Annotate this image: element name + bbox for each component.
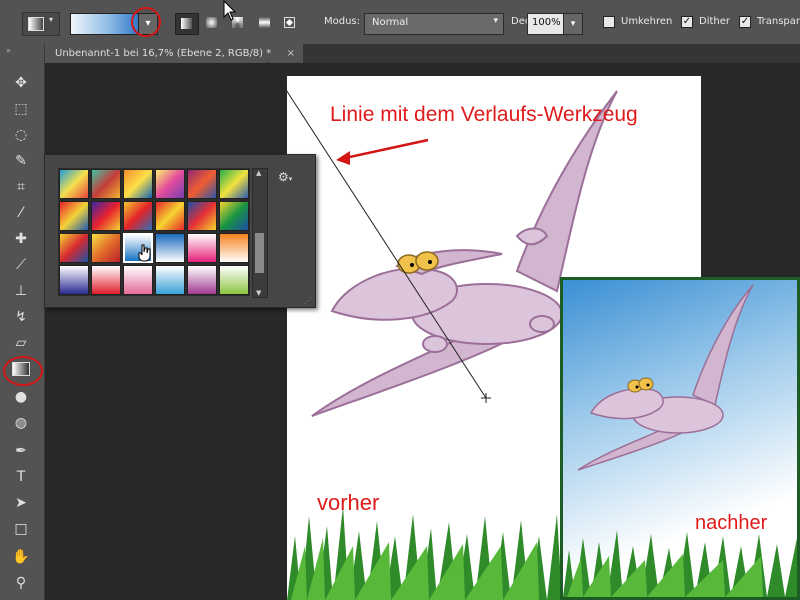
- path-select-icon[interactable]: ➤: [8, 492, 34, 514]
- move-icon[interactable]: ✥: [8, 72, 34, 94]
- eyedropper-icon[interactable]: ⁄: [8, 202, 34, 224]
- reflected-gradient-button[interactable]: [255, 13, 275, 33]
- history-brush-icon[interactable]: ↯: [8, 306, 34, 328]
- radial-gradient-button[interactable]: [202, 13, 222, 33]
- gradient-swatch[interactable]: [187, 201, 217, 231]
- grass-illustration: [287, 506, 562, 600]
- gradient-swatch[interactable]: [91, 169, 121, 199]
- before-label: vorher: [317, 490, 380, 515]
- gradient-swatch[interactable]: [59, 233, 89, 263]
- dither-checkbox[interactable]: ✓: [681, 16, 693, 28]
- gradient-swatch[interactable]: [155, 265, 185, 295]
- brush-icon[interactable]: ⟋: [8, 254, 34, 276]
- mode-select[interactable]: Normal ▾: [364, 13, 504, 35]
- line-annotation: Linie mit dem Verlaufs-Werkzeug: [330, 103, 638, 126]
- gradient-swatch[interactable]: [91, 201, 121, 231]
- reverse-label: Umkehren: [621, 16, 673, 27]
- transparency-label: Transparenz: [757, 16, 800, 27]
- diamond-gradient-button[interactable]: [280, 13, 300, 33]
- gradient-picker-panel: ▲ ▼ ⚙▾ ⋰: [44, 154, 316, 308]
- gradient-swatch[interactable]: [219, 265, 249, 295]
- gradient-swatches-grid: [58, 168, 250, 296]
- document-title: Unbenannt-1 bei 16,7% (Ebene 2, RGB/8) *: [55, 48, 272, 59]
- options-bar: ▾ ▾ Modus: Normal ▾ Deckkr.: 100% ▾ Umke…: [0, 0, 800, 49]
- hand-icon[interactable]: ✋: [8, 546, 34, 568]
- gradient-swatch[interactable]: [187, 169, 217, 199]
- linear-gradient-icon: [181, 18, 192, 29]
- tools-panel: » ✥ ⬚ ◌ ✎ ⌗ ⁄ ✚ ⟋ ⊥ ↯ ▱ ● ◍ ✒ T ➤ □ ✋ ⚲: [0, 44, 45, 600]
- rectangle-icon[interactable]: □: [8, 518, 34, 540]
- gradient-swatch[interactable]: [123, 201, 153, 231]
- marquee-icon[interactable]: ⬚: [8, 98, 34, 120]
- scroll-up-icon[interactable]: ▲: [256, 169, 261, 177]
- pen-icon[interactable]: ✒: [8, 440, 34, 462]
- lasso-icon[interactable]: ◌: [8, 124, 34, 146]
- scroll-down-icon[interactable]: ▼: [256, 289, 261, 297]
- scrollbar-thumb[interactable]: [255, 233, 264, 273]
- gradient-swatch[interactable]: [219, 201, 249, 231]
- gradient-swatch[interactable]: [155, 201, 185, 231]
- panel-collapse-icon[interactable]: »: [6, 46, 11, 55]
- opacity-input[interactable]: 100%: [527, 13, 565, 35]
- zoom-icon[interactable]: ⚲: [8, 572, 34, 594]
- gradient-swatch[interactable]: [91, 265, 121, 295]
- gradient-swatch[interactable]: [123, 265, 153, 295]
- gradient-swatch[interactable]: [219, 169, 249, 199]
- dither-label: Dither: [699, 16, 731, 27]
- document-tab[interactable]: Unbenannt-1 bei 16,7% (Ebene 2, RGB/8) *…: [45, 44, 303, 63]
- pterodactyl-after-illustration: [563, 284, 797, 597]
- gradient-swatch[interactable]: [187, 265, 217, 295]
- dodge-icon[interactable]: ◍: [8, 412, 34, 434]
- close-icon[interactable]: ×: [287, 44, 295, 63]
- eraser-icon[interactable]: ▱: [8, 332, 34, 354]
- gradient-tool-highlight-circle: [3, 356, 43, 386]
- gradient-swatch[interactable]: [59, 265, 89, 295]
- transparency-checkbox[interactable]: ✓: [739, 16, 751, 28]
- chevron-down-icon: ▾: [493, 16, 498, 26]
- mode-label: Modus:: [324, 16, 361, 27]
- diamond-gradient-icon: [284, 17, 295, 28]
- gradient-swatch[interactable]: [59, 201, 89, 231]
- gradient-swatch[interactable]: [219, 233, 249, 263]
- scrollbar[interactable]: ▲ ▼: [252, 168, 268, 298]
- opacity-value: 100%: [532, 17, 561, 28]
- reverse-checkbox[interactable]: [603, 16, 615, 28]
- clone-stamp-icon[interactable]: ⊥: [8, 280, 34, 302]
- after-label: nachher: [695, 512, 768, 534]
- gradient-preview[interactable]: [70, 13, 140, 35]
- gradient-swatch[interactable]: [91, 233, 121, 263]
- quick-select-icon[interactable]: ✎: [8, 150, 34, 172]
- linear-gradient-button[interactable]: [175, 13, 199, 35]
- gradient-swatch[interactable]: [59, 169, 89, 199]
- hand-cursor-icon: [137, 244, 153, 262]
- gradient-swatch[interactable]: [155, 169, 185, 199]
- type-icon[interactable]: T: [8, 466, 34, 488]
- document-tab-bar: Unbenannt-1 bei 16,7% (Ebene 2, RGB/8) *…: [45, 44, 800, 63]
- gradient-tool-icon: [28, 17, 44, 31]
- gradient-swatch[interactable]: [123, 169, 153, 199]
- highlight-circle: [131, 7, 161, 37]
- blur-icon[interactable]: ●: [8, 386, 34, 408]
- radial-gradient-icon: [206, 17, 217, 28]
- grass-illustration: [563, 530, 797, 597]
- gear-icon[interactable]: ⚙▾: [278, 170, 292, 184]
- gradient-swatch[interactable]: [155, 233, 185, 263]
- opacity-dropdown-button[interactable]: ▾: [563, 13, 583, 35]
- mode-value: Normal: [372, 17, 409, 28]
- crop-icon[interactable]: ⌗: [8, 176, 34, 198]
- tool-preset-picker[interactable]: ▾: [22, 12, 60, 36]
- after-preview-frame: nachher: [560, 277, 800, 600]
- cursor-arrow-icon: [222, 0, 238, 22]
- resize-grip-icon[interactable]: ⋰: [304, 296, 312, 305]
- healing-brush-icon[interactable]: ✚: [8, 228, 34, 250]
- chevron-down-icon: ▾: [49, 15, 54, 24]
- reflected-gradient-icon: [259, 17, 270, 28]
- chevron-down-icon: ▾: [570, 19, 576, 29]
- gradient-swatch[interactable]: [187, 233, 217, 263]
